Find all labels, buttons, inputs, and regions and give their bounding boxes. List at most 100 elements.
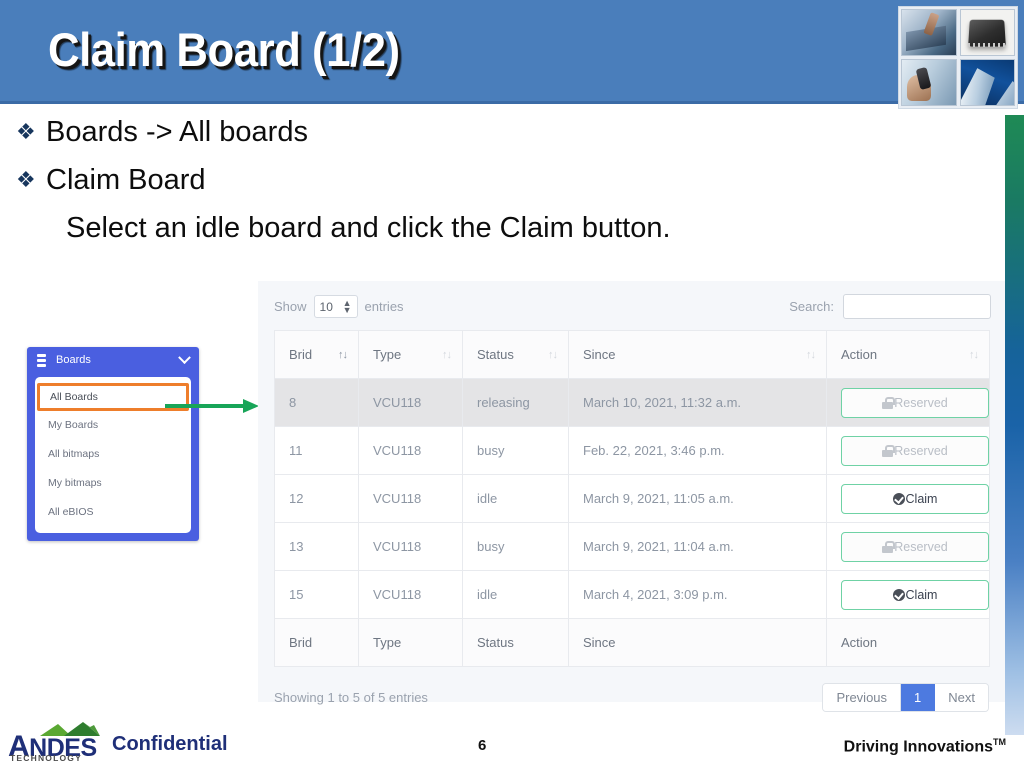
col-header-since[interactable]: Since ↑↓: [568, 330, 827, 379]
check-circle-icon: [892, 588, 905, 601]
cell-brid[interactable]: 11: [274, 426, 359, 475]
search-input[interactable]: [844, 295, 990, 318]
cell-since: March 9, 2021, 11:04 a.m.: [568, 522, 827, 571]
action-label: Claim: [905, 491, 938, 506]
col-header-type[interactable]: Type ↑↓: [358, 330, 463, 379]
spinner-updown-icon: ▲ ▼: [342, 297, 352, 315]
page-number: 6: [478, 737, 487, 754]
slide-root: Claim Board (1/2) ❖ Boards -> All boards…: [0, 0, 1024, 768]
foot-col-since: Since: [568, 618, 827, 667]
datatable-controls: Show 10 ▲ ▼ entries Search:: [258, 281, 1005, 330]
action-label: Reserved: [894, 539, 948, 554]
chevron-down-icon[interactable]: [178, 350, 191, 364]
sort-icon[interactable]: ↑↓: [548, 349, 558, 361]
table-row[interactable]: 12 VCU118 idle March 9, 2021, 11:05 a.m.…: [274, 474, 990, 523]
cell-brid[interactable]: 15: [274, 570, 359, 619]
cell-brid[interactable]: 12: [274, 474, 359, 523]
right-gradient-strip: [1005, 115, 1024, 735]
bullet-item: ❖ Boards -> All boards: [16, 112, 876, 152]
foot-col-action: Action: [826, 618, 990, 667]
col-header-action[interactable]: Action ↑↓: [826, 330, 990, 379]
sidebar-item-all-ebios[interactable]: All eBIOS: [35, 498, 191, 527]
diamond-bullet-icon: ❖: [16, 167, 36, 192]
table-row[interactable]: 8 VCU118 releasing March 10, 2021, 11:32…: [274, 378, 990, 427]
lock-icon: [882, 396, 895, 409]
action-label: Claim: [905, 587, 938, 602]
search-input-wrapper[interactable]: [843, 294, 991, 319]
boards-table: Brid ↑↓ Type ↑↓ Status ↑↓ Since ↑↓ Actio…: [274, 330, 990, 667]
search-label: Search:: [789, 299, 834, 314]
pagination-next[interactable]: Next: [935, 684, 988, 711]
header-photo-collage: [898, 6, 1018, 109]
reserved-button: Reserved: [841, 387, 989, 418]
table-row[interactable]: 11 VCU118 busy Feb. 22, 2021, 3:46 p.m. …: [274, 426, 990, 475]
table-row[interactable]: 15 VCU118 idle March 4, 2021, 3:09 p.m. …: [274, 570, 990, 619]
cell-action: Reserved: [826, 378, 990, 427]
sort-icon[interactable]: ↑↓: [442, 349, 452, 361]
table-header-row: Brid ↑↓ Type ↑↓ Status ↑↓ Since ↑↓ Actio…: [274, 330, 990, 379]
cell-action: Reserved: [826, 426, 990, 475]
cell-status: releasing: [462, 378, 569, 427]
sort-icon[interactable]: ↑↓: [338, 349, 348, 361]
photo-chip-icon: [959, 9, 1015, 56]
bullet-sub-text: Select an idle board and click the Claim…: [66, 212, 671, 244]
sidebar-item-my-bitmaps[interactable]: My bitmaps: [35, 469, 191, 498]
table-footer-row: Brid Type Status Since Action: [274, 618, 990, 667]
col-header-brid[interactable]: Brid ↑↓: [274, 330, 359, 379]
entries-per-page-value: 10: [319, 299, 333, 314]
cell-brid[interactable]: 13: [274, 522, 359, 571]
cell-status: busy: [462, 522, 569, 571]
andes-logo-sub: TECHNOLOGY: [10, 753, 82, 763]
pagination-page-1[interactable]: 1: [901, 684, 936, 711]
entries-info: Showing 1 to 5 of 5 entries: [274, 690, 428, 705]
lock-icon: [882, 444, 895, 457]
search-control: Search:: [789, 294, 991, 319]
foot-col-type: Type: [358, 618, 463, 667]
col-label: Type: [373, 347, 402, 362]
bullet-text: Claim Board: [46, 164, 206, 196]
cell-action: Claim: [826, 474, 990, 523]
photo-tablet-stylus-icon: [901, 9, 957, 56]
confidential-label: Confidential: [112, 733, 228, 755]
server-icon: [36, 353, 47, 367]
cell-type: VCU118: [358, 378, 463, 427]
cell-action: Reserved: [826, 522, 990, 571]
claim-button[interactable]: Claim: [841, 483, 989, 514]
cell-status: idle: [462, 570, 569, 619]
cell-since: Feb. 22, 2021, 3:46 p.m.: [568, 426, 827, 475]
action-label: Reserved: [894, 443, 948, 458]
foot-col-brid: Brid: [274, 618, 359, 667]
table-row[interactable]: 13 VCU118 busy March 9, 2021, 11:04 a.m.…: [274, 522, 990, 571]
sort-icon[interactable]: ↑↓: [806, 349, 816, 361]
sidebar-header[interactable]: Boards: [27, 347, 199, 373]
bullet-text: Boards -> All boards: [46, 116, 308, 148]
col-header-status[interactable]: Status ↑↓: [462, 330, 569, 379]
slide-footer: ANDES TECHNOLOGY Confidential 6 Driving …: [0, 710, 1024, 768]
lock-icon: [882, 540, 895, 553]
cell-type: VCU118: [358, 426, 463, 475]
datatable-footer: Showing 1 to 5 of 5 entries Previous 1 N…: [258, 667, 1005, 712]
sidebar-item-my-boards[interactable]: My Boards: [35, 411, 191, 440]
entries-per-page-select[interactable]: 10 ▲ ▼: [313, 295, 358, 318]
reserved-button: Reserved: [841, 531, 989, 562]
col-label: Status: [477, 347, 514, 362]
boards-datatable-panel: Show 10 ▲ ▼ entries Search: Brid ↑↓ Type…: [258, 281, 1005, 712]
col-label: Brid: [289, 347, 313, 362]
diamond-bullet-icon: ❖: [16, 119, 36, 144]
claim-button[interactable]: Claim: [841, 579, 989, 610]
pagination: Previous 1 Next: [822, 683, 989, 712]
show-label: Show: [274, 299, 307, 314]
sort-icon[interactable]: ↑↓: [969, 349, 979, 361]
entries-label: entries: [364, 299, 404, 314]
tagline: Driving InnovationsTM: [843, 736, 1006, 755]
sidebar-item-all-bitmaps[interactable]: All bitmaps: [35, 440, 191, 469]
cell-action: Claim: [826, 570, 990, 619]
pagination-previous[interactable]: Previous: [823, 684, 902, 711]
check-circle-icon: [892, 492, 905, 505]
reserved-button: Reserved: [841, 435, 989, 466]
cell-type: VCU118: [358, 570, 463, 619]
cell-status: idle: [462, 474, 569, 523]
photo-building-icon: [959, 59, 1015, 106]
cell-type: VCU118: [358, 474, 463, 523]
cell-brid[interactable]: 8: [274, 378, 359, 427]
